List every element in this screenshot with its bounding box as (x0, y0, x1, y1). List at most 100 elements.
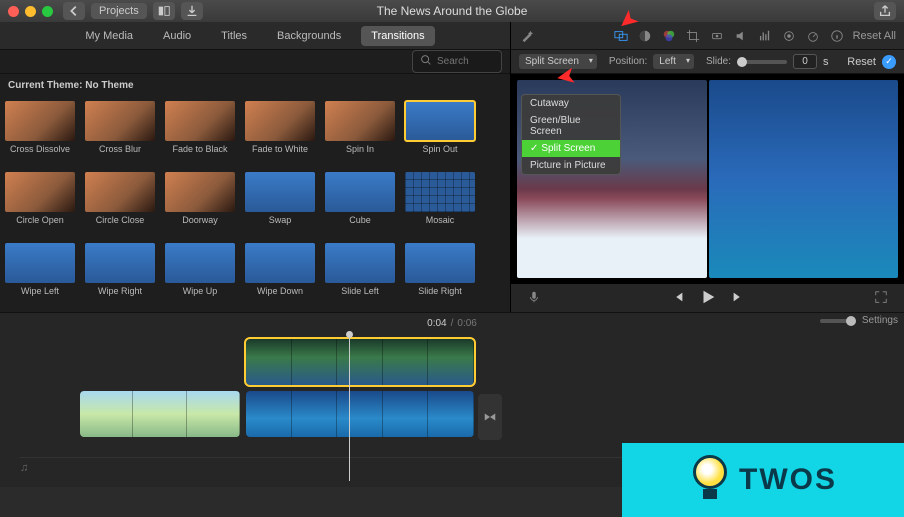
volume-icon[interactable] (733, 28, 749, 44)
clip-waterfall[interactable] (246, 391, 474, 437)
transition-thumb (245, 101, 315, 141)
transition-item[interactable]: Wipe Left (4, 243, 76, 308)
transition-item[interactable]: Wipe Down (244, 243, 316, 308)
total-time: 0:06 (457, 318, 476, 329)
transition-thumb (85, 243, 155, 283)
transition-label: Cross Blur (99, 144, 141, 154)
transition-item[interactable]: Wipe Right (84, 243, 156, 308)
maximize-window-button[interactable] (42, 6, 53, 17)
media-tabs: My Media Audio Titles Backgrounds Transi… (0, 22, 510, 50)
fullscreen-icon[interactable] (874, 290, 888, 307)
overlay-option-pip[interactable]: Picture in Picture (522, 157, 620, 174)
play-button[interactable] (699, 288, 717, 309)
transition-item[interactable]: Spin In (324, 101, 396, 166)
transition-thumb (245, 172, 315, 212)
overlay-option-splitscreen[interactable]: ✓Split Screen (522, 140, 620, 157)
transition-thumb (165, 172, 235, 212)
library-toggle-button[interactable] (153, 2, 175, 20)
tab-backgrounds[interactable]: Backgrounds (267, 26, 351, 46)
timeline-zoom-slider[interactable] (820, 319, 856, 323)
apply-check-icon[interactable]: ✓ (882, 55, 896, 69)
time-ruler: 0:04 / 0:06 Settings (0, 313, 904, 333)
transition-item[interactable]: Slide Right (404, 243, 476, 308)
transition-label: Fade to Black (172, 144, 227, 154)
overlay-option-cutaway[interactable]: Cutaway (522, 95, 620, 112)
viewer: Cutaway Green/Blue Screen ✓Split Screen … (511, 74, 904, 284)
transition-item[interactable]: Cross Dissolve (4, 101, 76, 166)
tab-titles[interactable]: Titles (211, 26, 257, 46)
search-input[interactable] (437, 56, 497, 67)
transition-item[interactable]: Wipe Up (164, 243, 236, 308)
transition-label: Slide Right (418, 286, 462, 296)
transition-item[interactable]: Cube (324, 172, 396, 237)
transition-item[interactable]: Slide Left (324, 243, 396, 308)
crop-icon[interactable] (685, 28, 701, 44)
equalizer-icon[interactable] (757, 28, 773, 44)
transition-label: Wipe Right (98, 286, 142, 296)
playhead[interactable] (349, 333, 350, 481)
clip-aurora[interactable] (246, 339, 474, 385)
transition-thumb (325, 172, 395, 212)
transition-thumb (405, 101, 475, 141)
enhance-icon[interactable] (519, 28, 535, 44)
reset-all-button[interactable]: Reset All (853, 30, 896, 42)
transition-thumb (85, 172, 155, 212)
search-box[interactable] (412, 50, 502, 73)
window-controls (8, 6, 53, 17)
reset-button[interactable]: Reset (847, 56, 876, 68)
speed-icon[interactable] (805, 28, 821, 44)
transition-label: Spin In (346, 144, 374, 154)
transition-label: Wipe Left (21, 286, 59, 296)
transition-thumb (5, 101, 75, 141)
slide-slider[interactable] (737, 60, 787, 64)
transition-item[interactable]: Mosaic (404, 172, 476, 237)
viewer-left-half[interactable]: Cutaway Green/Blue Screen ✓Split Screen … (517, 80, 707, 278)
slide-unit: s (823, 56, 829, 68)
music-note-icon: ♫ (20, 462, 28, 474)
stabilization-icon[interactable] (709, 28, 725, 44)
settings-button[interactable]: Settings (862, 315, 898, 326)
transition-label: Cross Dissolve (10, 144, 70, 154)
projects-button[interactable]: Projects (91, 3, 147, 19)
titlebar: Projects The News Around the Globe (0, 0, 904, 22)
overlay-option-greenscreen[interactable]: Green/Blue Screen (522, 112, 620, 140)
voiceover-icon[interactable] (527, 290, 541, 307)
transition-label: Spin Out (422, 144, 457, 154)
transition-item[interactable]: Fade to Black (164, 101, 236, 166)
transition-thumb (85, 101, 155, 141)
transition-item[interactable]: Spin Out (404, 101, 476, 166)
back-button[interactable] (63, 2, 85, 20)
transition-label: Circle Close (96, 215, 145, 225)
transition-label: Mosaic (426, 215, 455, 225)
lightbulb-icon (689, 455, 731, 505)
transition-badge[interactable] (478, 394, 502, 440)
tab-audio[interactable]: Audio (153, 26, 201, 46)
prev-button[interactable] (671, 290, 685, 307)
info-icon[interactable] (829, 28, 845, 44)
minimize-window-button[interactable] (25, 6, 36, 17)
noise-reduction-icon[interactable] (781, 28, 797, 44)
transition-thumb (245, 243, 315, 283)
overlay-menu: Cutaway Green/Blue Screen ✓Split Screen … (521, 94, 621, 175)
transition-item[interactable]: Fade to White (244, 101, 316, 166)
tab-my-media[interactable]: My Media (75, 26, 143, 46)
share-button[interactable] (874, 2, 896, 20)
transition-item[interactable]: Circle Close (84, 172, 156, 237)
transition-item[interactable]: Swap (244, 172, 316, 237)
transition-thumb (5, 243, 75, 283)
transition-label: Doorway (182, 215, 218, 225)
transition-item[interactable]: Circle Open (4, 172, 76, 237)
playhead-time: 0:04 (427, 318, 446, 329)
transition-thumb (165, 243, 235, 283)
color-correction-icon[interactable] (661, 28, 677, 44)
position-dropdown[interactable]: Left (653, 54, 694, 69)
next-button[interactable] (731, 290, 745, 307)
slide-value[interactable]: 0 (793, 54, 817, 69)
transition-item[interactable]: Cross Blur (84, 101, 156, 166)
transition-item[interactable]: Doorway (164, 172, 236, 237)
import-button[interactable] (181, 2, 203, 20)
viewer-right-half[interactable] (709, 80, 899, 278)
close-window-button[interactable] (8, 6, 19, 17)
tab-transitions[interactable]: Transitions (361, 26, 434, 46)
clip-worldmap[interactable] (80, 391, 240, 437)
